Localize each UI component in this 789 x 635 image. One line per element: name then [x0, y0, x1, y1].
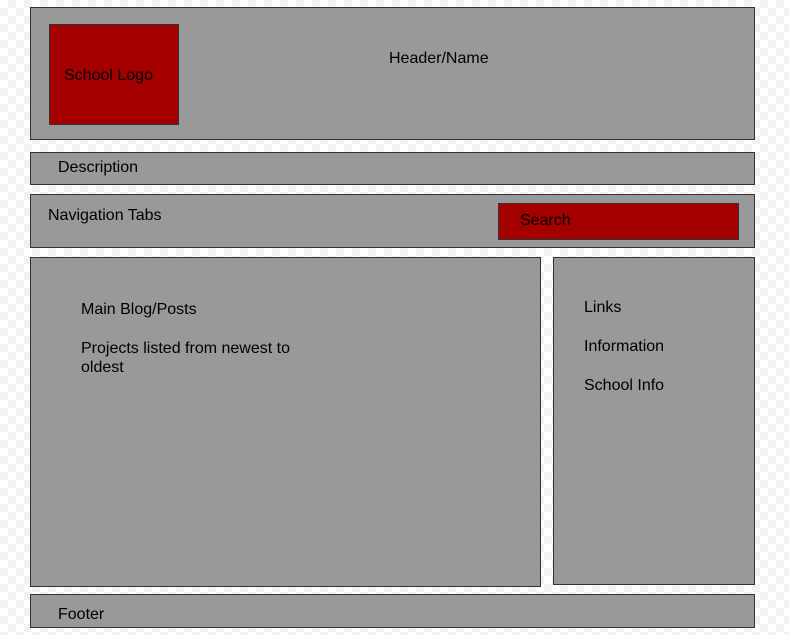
footer-label: Footer: [58, 606, 105, 623]
school-logo[interactable]: School Logo: [49, 24, 179, 125]
sidebar-panel: Links Information School Info: [553, 257, 755, 585]
main-body-text: Projects listed from newest to oldest: [81, 340, 290, 376]
search-label: Search: [520, 212, 571, 229]
school-logo-label: School Logo: [64, 67, 153, 84]
description-panel: Description: [30, 152, 755, 185]
navigation-tabs[interactable]: Navigation Tabs: [48, 206, 162, 225]
navigation-bar: Navigation Tabs Search: [30, 194, 755, 248]
header-title: Header/Name: [389, 50, 489, 67]
footer-panel: Footer: [30, 594, 755, 628]
main-content-panel: Main Blog/Posts Projects listed from new…: [30, 257, 541, 587]
search-box[interactable]: Search: [498, 203, 739, 240]
description-label: Description: [58, 159, 139, 176]
sidebar-item-information[interactable]: Information: [584, 337, 664, 356]
sidebar-item-school-info[interactable]: School Info: [584, 376, 664, 395]
sidebar-item-links[interactable]: Links: [584, 298, 621, 317]
header-panel: School Logo Header/Name: [30, 7, 755, 140]
main-heading: Main Blog/Posts: [81, 301, 197, 318]
